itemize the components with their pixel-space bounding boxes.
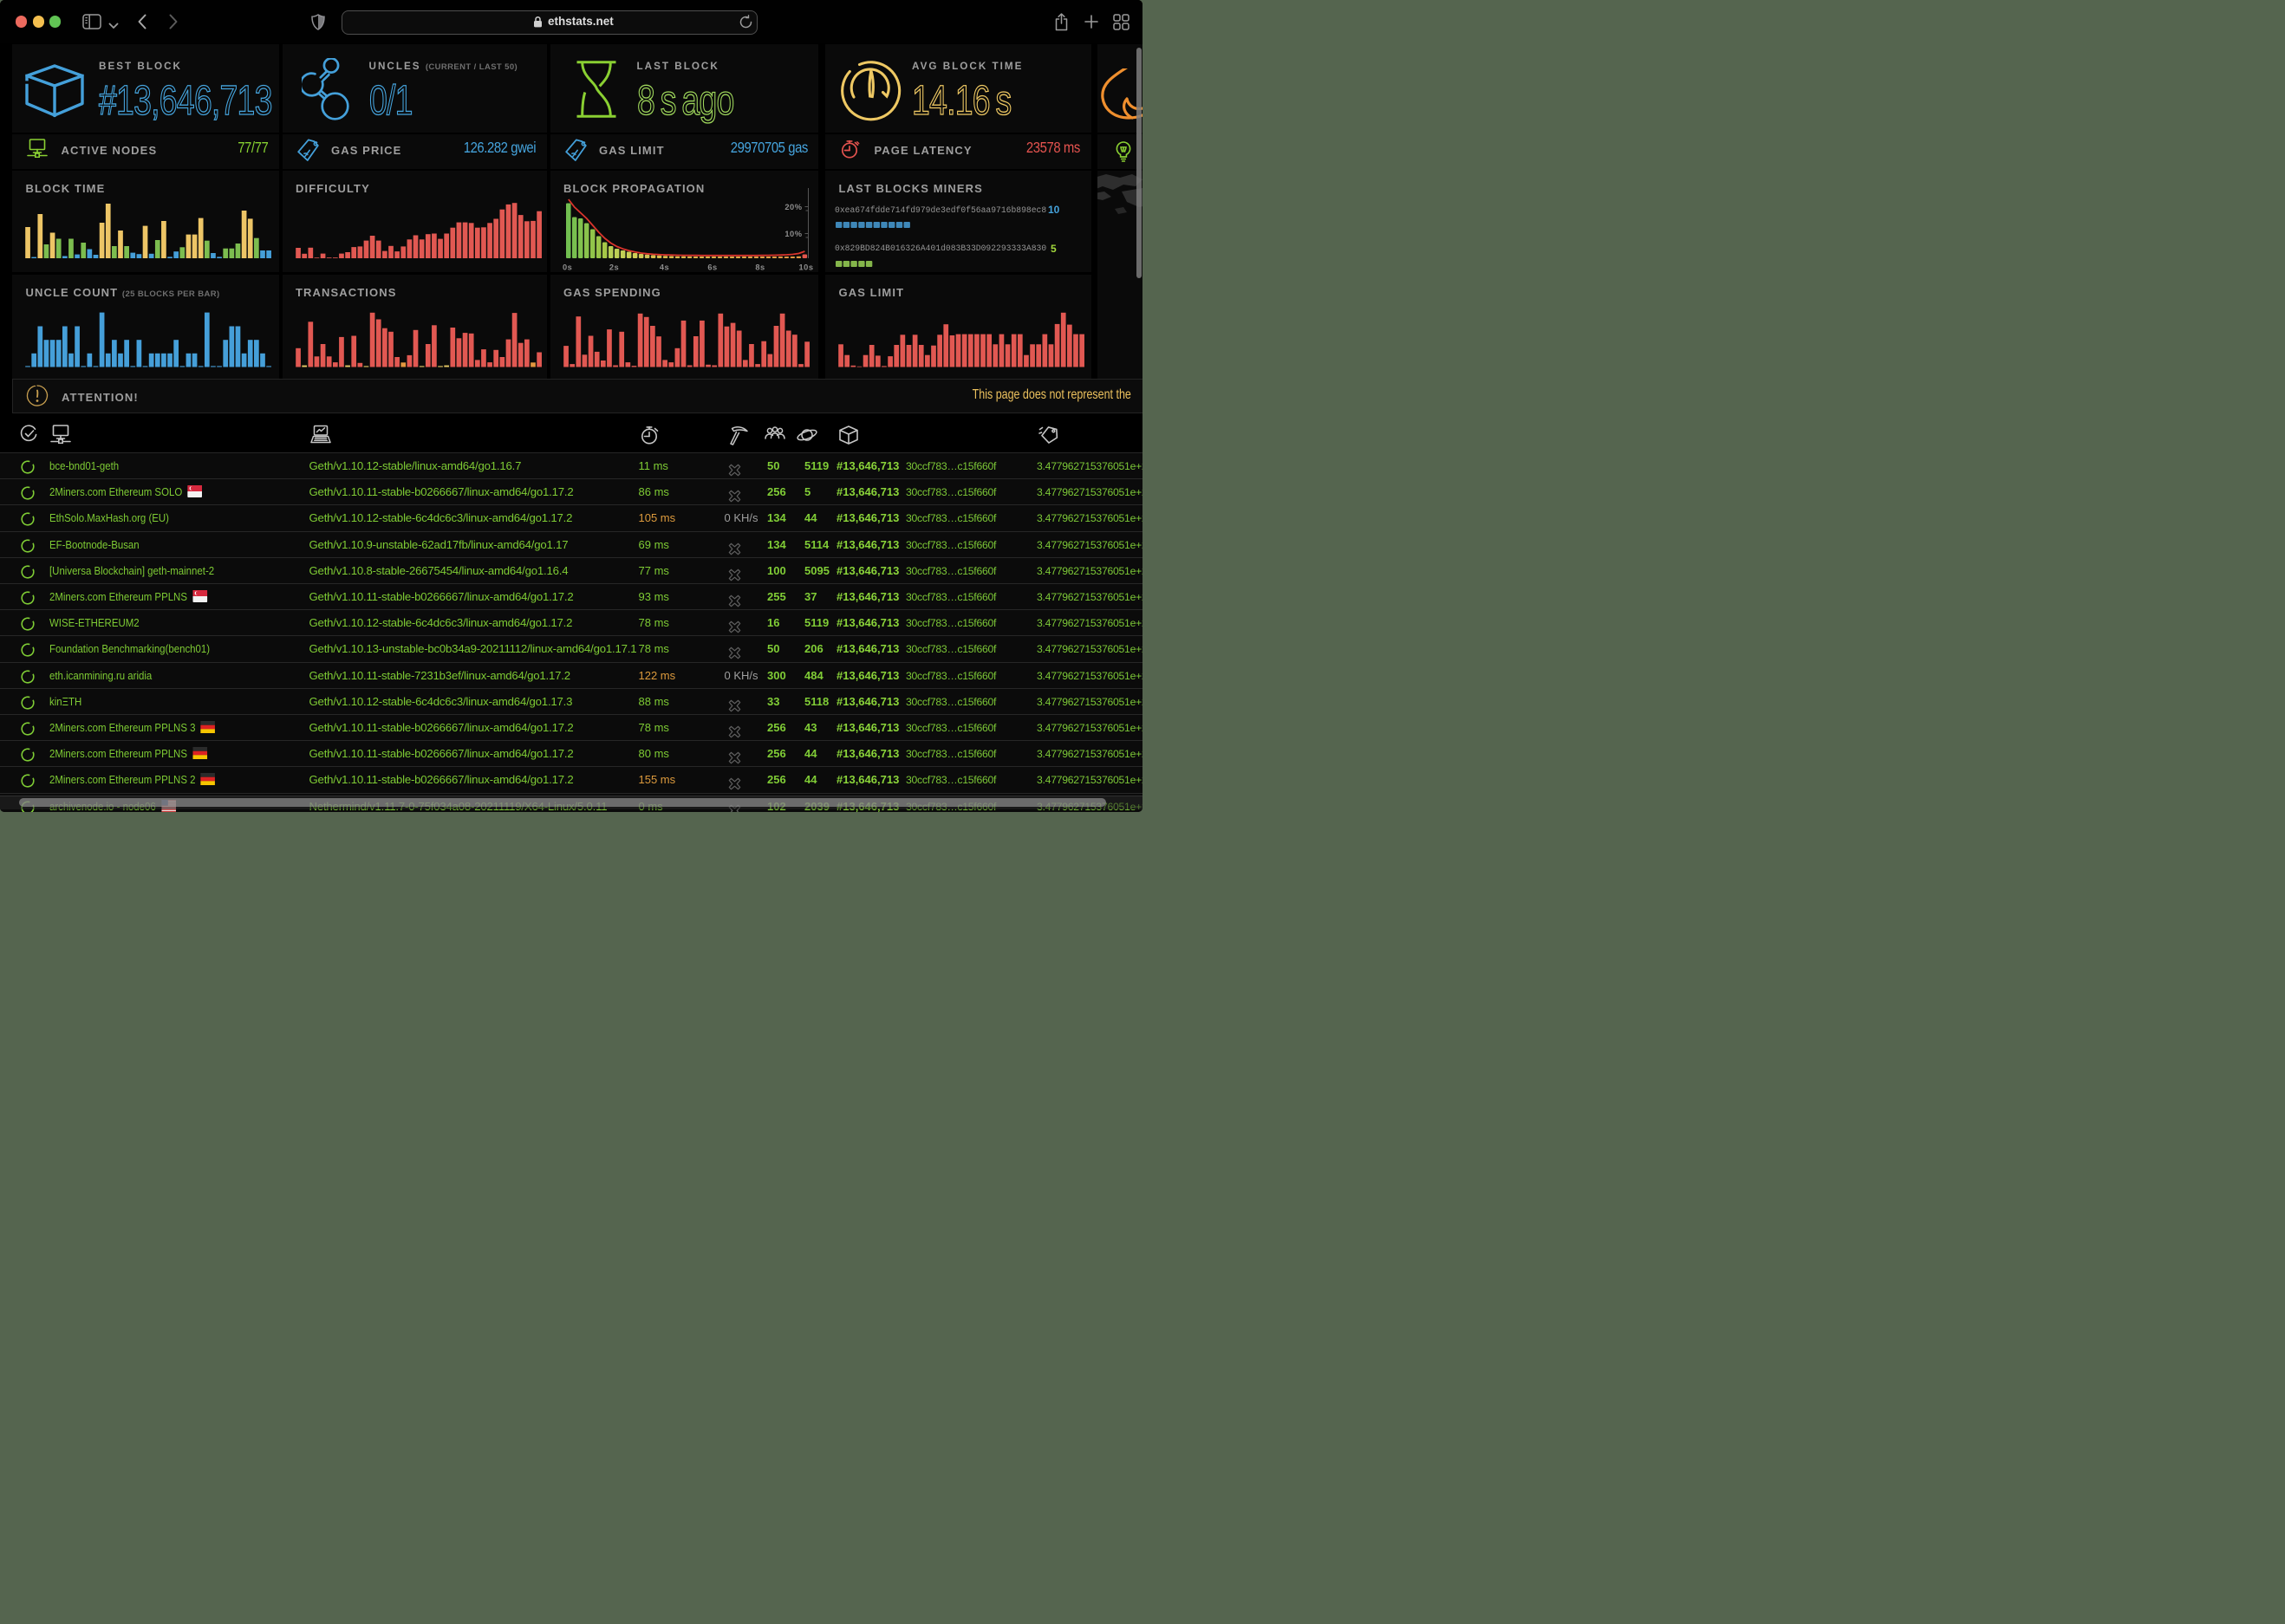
- svg-text:20%: 20%: [784, 203, 802, 211]
- svg-text:6s: 6s: [707, 263, 717, 271]
- svg-text:0s: 0s: [563, 263, 572, 271]
- svg-text:2s: 2s: [609, 263, 618, 271]
- svg-text:4s: 4s: [659, 263, 668, 271]
- svg-text:8s: 8s: [755, 263, 765, 271]
- svg-text:10%: 10%: [784, 230, 802, 238]
- svg-text:10s: 10s: [798, 263, 813, 271]
